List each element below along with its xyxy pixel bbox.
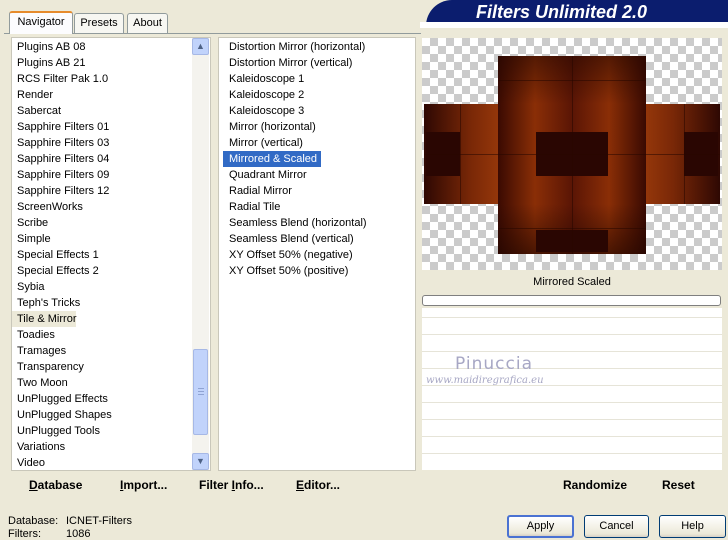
preview-filter-label: Mirrored Scaled — [533, 276, 611, 288]
filter-item[interactable]: Mirrored & Scaled — [223, 151, 322, 167]
category-item[interactable]: Simple — [12, 231, 51, 247]
filter-item[interactable]: Kaleidoscope 1 — [223, 71, 308, 87]
category-item[interactable]: UnPlugged Shapes — [12, 407, 112, 423]
filter-item[interactable]: Seamless Blend (vertical) — [223, 231, 358, 247]
filter-item[interactable]: Radial Mirror — [223, 183, 296, 199]
database-value: ICNET-Filters — [66, 515, 132, 527]
filter-item[interactable]: Radial Tile — [223, 199, 284, 215]
category-item[interactable]: Sapphire Filters 01 — [12, 119, 109, 135]
parameter-row-divider — [422, 419, 722, 420]
parameter-row-divider — [422, 453, 722, 454]
filter-item[interactable]: Distortion Mirror (horizontal) — [223, 39, 369, 55]
category-item[interactable]: Scribe — [12, 215, 48, 231]
filter-list[interactable]: Distortion Mirror (horizontal) Distortion… — [218, 37, 416, 471]
category-item[interactable]: Special Effects 2 — [12, 263, 99, 279]
category-item[interactable]: Sapphire Filters 03 — [12, 135, 109, 151]
filter-item[interactable]: Mirror (vertical) — [223, 135, 307, 151]
category-item[interactable]: Render — [12, 87, 53, 103]
category-item[interactable]: Special Effects 1 — [12, 247, 99, 263]
category-item[interactable]: Plugins AB 08 — [12, 39, 86, 55]
database-label: Database: — [8, 515, 59, 527]
filter-item[interactable]: Quadrant Mirror — [223, 167, 311, 183]
tab-about[interactable]: About — [127, 13, 168, 33]
category-item[interactable]: Tile & Mirror — [12, 311, 77, 327]
category-item[interactable]: Two Moon — [12, 375, 68, 391]
category-scrollbar[interactable]: ▲ ▼ — [192, 38, 209, 470]
app-title: Filters Unlimited 2.0 — [476, 2, 648, 22]
randomize-button[interactable]: Randomize — [563, 478, 627, 492]
category-list[interactable]: Plugins AB 08 Plugins AB 21 RCS Filter Pak… — [11, 37, 211, 471]
filter-item[interactable]: Mirror (horizontal) — [223, 119, 320, 135]
parameter-area — [422, 308, 722, 470]
parameter-row-divider — [422, 351, 722, 352]
filter-info-button[interactable]: Filter Info... — [199, 478, 264, 492]
filter-item[interactable]: XY Offset 50% (negative) — [223, 247, 357, 263]
parameter-row-divider — [422, 317, 722, 318]
tab-navigator[interactable]: Navigator — [9, 11, 73, 34]
category-item[interactable]: RCS Filter Pak 1.0 — [12, 71, 108, 87]
cancel-button[interactable]: Cancel — [584, 515, 649, 538]
category-item[interactable]: UnPlugged Tools — [12, 423, 100, 439]
filter-item[interactable]: Kaleidoscope 3 — [223, 103, 308, 119]
watermark-url: www.maidiregrafica.eu — [426, 375, 544, 386]
filters-count-value: 1086 — [66, 528, 91, 540]
progress-bar — [422, 295, 721, 306]
category-item[interactable]: Plugins AB 21 — [12, 55, 86, 71]
category-item[interactable]: Sapphire Filters 09 — [12, 167, 109, 183]
filter-item[interactable]: Seamless Blend (horizontal) — [223, 215, 371, 231]
category-item[interactable]: Tramages — [12, 343, 66, 359]
scroll-up-button[interactable]: ▲ — [192, 38, 209, 55]
category-item[interactable]: Sapphire Filters 04 — [12, 151, 109, 167]
grip-icon — [198, 388, 204, 395]
preview-image — [422, 38, 722, 270]
parameter-row-divider — [422, 436, 722, 437]
filters-count-label: Filters: — [8, 528, 41, 540]
apply-button[interactable]: Apply — [507, 515, 574, 538]
category-item[interactable]: Sybia — [12, 279, 45, 295]
tab-presets[interactable]: Presets — [74, 13, 124, 33]
category-item[interactable]: Transparency — [12, 359, 84, 375]
category-item[interactable]: Variations — [12, 439, 65, 455]
watermark-name: Pinuccia — [455, 354, 533, 374]
filter-item[interactable]: Distortion Mirror (vertical) — [223, 55, 356, 71]
editor-button[interactable]: Editor... — [296, 478, 340, 492]
preview-gridline — [460, 104, 461, 204]
filter-item[interactable]: XY Offset 50% (positive) — [223, 263, 352, 279]
category-item[interactable]: Teph's Tricks — [12, 295, 80, 311]
parameter-row-divider — [422, 402, 722, 403]
category-item[interactable]: Sabercat — [12, 103, 61, 119]
import-button[interactable]: Import... — [120, 478, 167, 492]
preview-gridline — [572, 56, 573, 254]
category-item[interactable]: UnPlugged Effects — [12, 391, 108, 407]
parameter-row-divider — [422, 334, 722, 335]
category-item[interactable]: ScreenWorks — [12, 199, 83, 215]
reset-button[interactable]: Reset — [662, 478, 695, 492]
help-button[interactable]: Help — [659, 515, 726, 538]
scroll-down-button[interactable]: ▼ — [192, 453, 209, 470]
database-button[interactable]: Database — [29, 478, 82, 492]
preview-gridline — [684, 104, 685, 204]
filter-item[interactable]: Kaleidoscope 2 — [223, 87, 308, 103]
scroll-thumb[interactable] — [193, 349, 208, 435]
category-item[interactable]: Sapphire Filters 12 — [12, 183, 109, 199]
category-item[interactable]: Video — [12, 455, 45, 470]
category-item[interactable]: Toadies — [12, 327, 55, 343]
